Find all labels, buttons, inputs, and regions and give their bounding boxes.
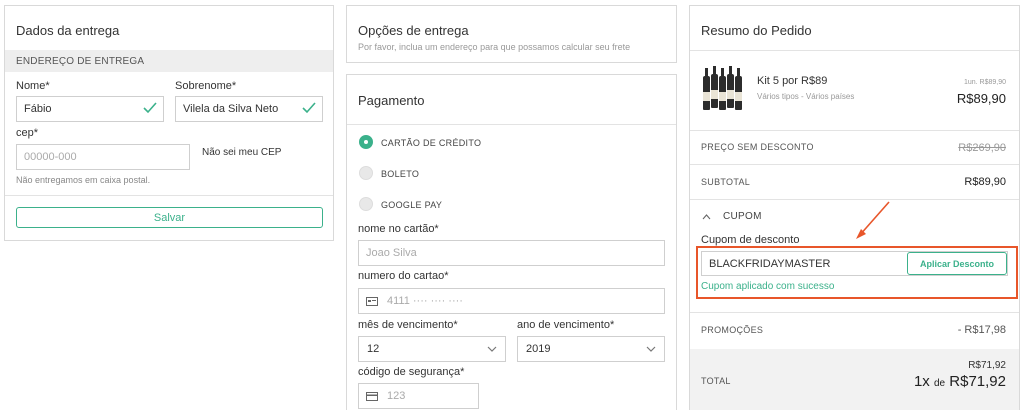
order-summary-title: Resumo do Pedido — [701, 23, 812, 38]
cep-label: cep* — [16, 127, 39, 139]
card-number-placeholder: 4111 ···· ···· ···· — [387, 295, 463, 307]
radio-boleto-label: BOLETO — [381, 169, 420, 179]
radio-credit-card[interactable] — [359, 135, 373, 149]
divider — [690, 130, 1019, 131]
promotions-value: - R$17,98 — [957, 324, 1006, 336]
payment-panel: Pagamento CARTÃO DE CRÉDITO BOLETO GOOGL… — [346, 74, 677, 410]
total-label: TOTAL — [701, 376, 731, 386]
card-icon — [366, 391, 378, 401]
total-quantity: 1x — [913, 373, 930, 390]
divider — [347, 124, 676, 125]
divider — [5, 195, 333, 196]
last-name-input[interactable]: Vilela da Silva Neto — [175, 96, 323, 122]
expiry-month-value: 12 — [367, 343, 380, 355]
expiry-year-label: ano de vencimento* — [517, 319, 615, 331]
expiry-year-select[interactable]: 2019 — [517, 336, 665, 362]
delivery-title: Dados da entrega — [16, 23, 120, 38]
divider — [690, 50, 1019, 51]
save-button[interactable]: Salvar — [16, 207, 323, 228]
payment-title: Pagamento — [358, 93, 425, 108]
cep-help-text: Não entregamos em caixa postal. — [16, 175, 151, 185]
product-description: Vários tipos - Vários países — [757, 92, 855, 101]
promotions-label: PROMOÇÕES — [701, 325, 764, 335]
first-name-input[interactable]: Fábio — [16, 96, 164, 122]
radio-credit-card-label: CARTÃO DE CRÉDITO — [381, 138, 482, 148]
coupon-toggle[interactable]: CUPOM — [723, 211, 762, 222]
first-name-label: Nome* — [16, 80, 50, 92]
chevron-down-icon — [646, 346, 656, 352]
chevron-up-icon[interactable] — [702, 214, 711, 220]
radio-boleto[interactable] — [359, 166, 373, 180]
chevron-down-icon — [487, 346, 497, 352]
card-number-label: numero do cartao* — [358, 270, 449, 282]
no-discount-value: R$269,90 — [958, 142, 1006, 154]
delivery-options-panel: Opções de entrega Por favor, inclua um e… — [346, 5, 677, 63]
cep-input[interactable]: 00000-000 — [16, 144, 190, 170]
total-small-value: R$71,92 — [968, 360, 1006, 371]
total-section: TOTAL R$71,92 1x de R$71,92 — [690, 349, 1019, 410]
radio-google-pay[interactable] — [359, 197, 373, 211]
check-icon — [302, 102, 316, 114]
coupon-value: BLACKFRIDAYMASTER — [709, 257, 831, 270]
expiry-year-value: 2019 — [526, 343, 551, 355]
total-value: R$71,92 — [949, 373, 1006, 390]
delivery-panel: Dados da entrega ENDEREÇO DE ENTREGA Nom… — [4, 5, 334, 241]
cvv-label: código de segurança* — [358, 366, 465, 378]
card-icon — [366, 296, 378, 306]
order-summary-panel: Resumo do Pedido Kit 5 por R$89 Vários t… — [689, 5, 1020, 410]
cvv-placeholder: 123 — [387, 390, 406, 402]
first-name-value: Fábio — [24, 103, 52, 115]
product-unit-price: 1un. R$89,90 — [963, 79, 1006, 86]
last-name-value: Vilela da Silva Neto — [183, 103, 279, 115]
last-name-label: Sobrenome* — [175, 80, 237, 92]
cep-unknown-link[interactable]: Não sei meu CEP — [202, 147, 281, 158]
product-price: R$89,90 — [956, 91, 1006, 106]
no-discount-label: PREÇO SEM DESCONTO — [701, 142, 814, 152]
delivery-options-title: Opções de entrega — [358, 23, 469, 38]
check-icon — [143, 102, 157, 114]
card-number-input[interactable]: 4111 ···· ···· ···· — [358, 288, 665, 314]
cep-placeholder: 00000-000 — [24, 151, 77, 163]
subtotal-value: R$89,90 — [964, 176, 1006, 188]
delivery-options-subtitle: Por favor, inclua um endereço para que p… — [358, 42, 631, 52]
annotation-arrow-icon — [856, 201, 890, 239]
product-image — [703, 66, 743, 112]
divider — [690, 312, 1019, 313]
total-installments: 1x de R$71,92 — [914, 373, 1006, 390]
cvv-input[interactable]: 123 — [358, 383, 479, 409]
card-name-label: nome no cartão* — [358, 223, 439, 235]
card-name-placeholder: Joao Silva — [366, 247, 417, 259]
product-name: Kit 5 por R$89 — [757, 75, 828, 87]
radio-google-pay-label: GOOGLE PAY — [381, 200, 443, 210]
expiry-month-select[interactable]: 12 — [358, 336, 506, 362]
card-name-input[interactable]: Joao Silva — [358, 240, 665, 266]
address-section-header: ENDEREÇO DE ENTREGA — [5, 50, 333, 72]
total-de: de — [933, 378, 946, 389]
divider — [690, 164, 1019, 165]
coupon-success-message: Cupom aplicado com sucesso — [701, 281, 835, 292]
coupon-label: Cupom de desconto — [701, 234, 800, 246]
expiry-month-label: mês de vencimento* — [358, 319, 458, 331]
subtotal-label: SUBTOTAL — [701, 177, 751, 187]
apply-discount-button[interactable]: Aplicar Desconto — [907, 252, 1007, 275]
